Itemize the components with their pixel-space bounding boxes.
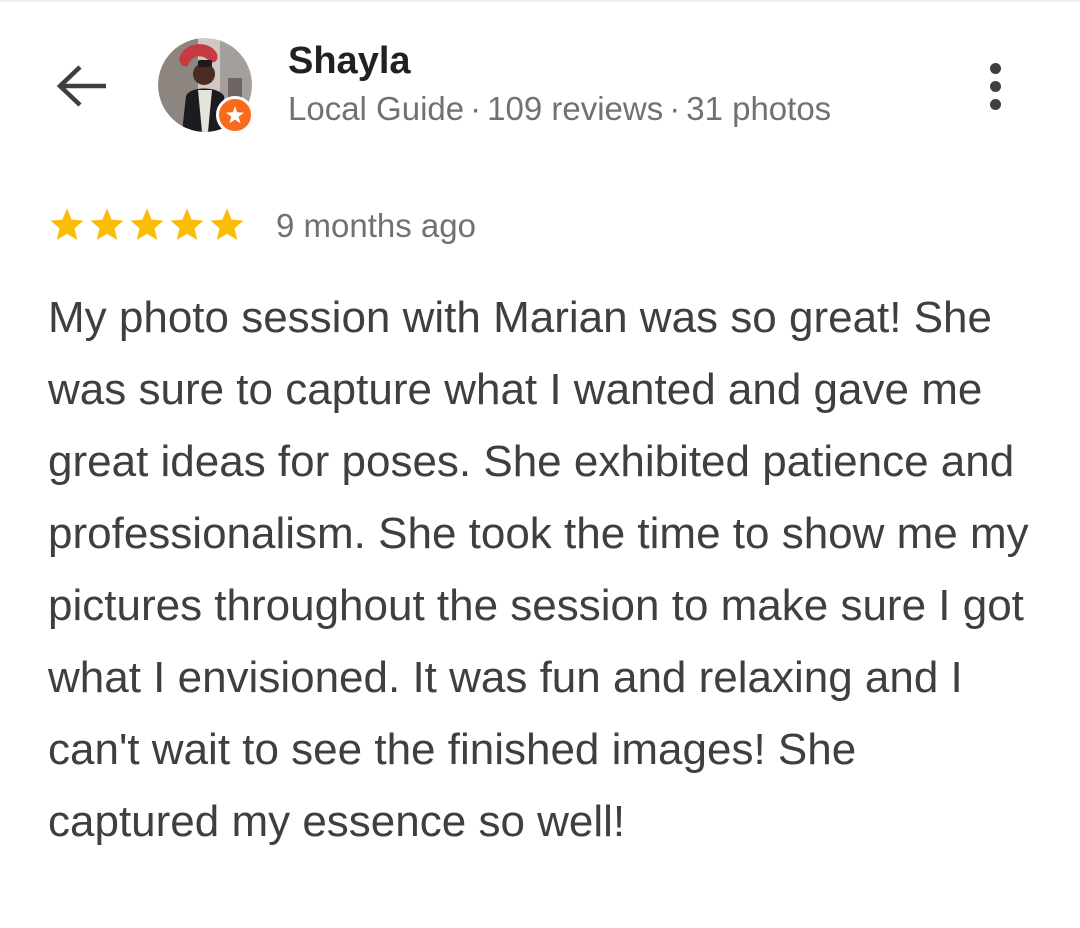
local-guide-badge <box>216 96 254 134</box>
star-icon <box>130 208 164 241</box>
top-divider <box>0 0 1080 2</box>
more-vert-icon-dot <box>989 80 1001 92</box>
reviewer-name[interactable]: Shayla <box>288 38 411 84</box>
review-time: 9 months ago <box>276 207 476 244</box>
review-text: My photo session with Marian was so grea… <box>48 293 1029 846</box>
star-icon <box>90 208 124 241</box>
star-icon <box>170 208 204 241</box>
more-vert-icon-dot <box>989 98 1001 110</box>
star-rating <box>48 206 246 244</box>
star-icon <box>50 208 84 241</box>
local-guide-star-icon <box>226 106 244 124</box>
review-count: 109 reviews <box>487 90 664 127</box>
more-vert-icon-dot <box>989 62 1001 74</box>
avatar[interactable] <box>158 38 254 134</box>
reviewer-meta: Local Guide · 109 reviews · 31 photos <box>288 88 831 130</box>
star-icon <box>210 208 244 241</box>
photo-count: 31 photos <box>686 90 832 127</box>
meta-separator: · <box>470 90 482 127</box>
guide-level: Local Guide <box>288 90 465 127</box>
more-options-button[interactable] <box>966 52 1024 120</box>
back-button[interactable] <box>50 58 114 114</box>
meta-separator: · <box>669 90 681 127</box>
arrow-left-icon <box>56 65 106 107</box>
